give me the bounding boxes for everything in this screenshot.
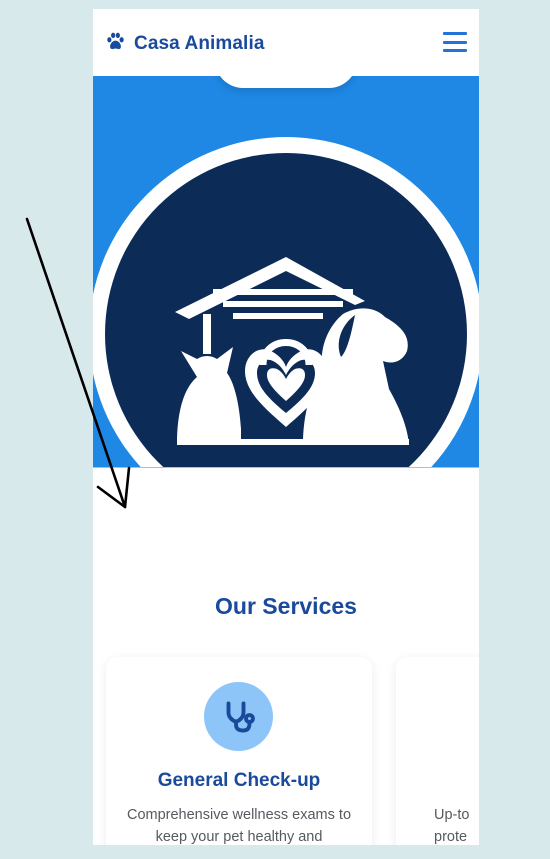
brand-title: Casa Animalia [134, 33, 265, 54]
card-description: Comprehensive wellness exams to keep you… [126, 807, 352, 845]
paw-icon [105, 31, 126, 57]
stethoscope-icon [204, 682, 273, 751]
card-description: Up-to prote [434, 807, 470, 845]
hero-divider [93, 467, 479, 528]
card-title: General Check-up [157, 770, 321, 791]
service-card-general-checkup[interactable]: General Check-up Comprehensive wellness … [106, 657, 372, 845]
services-heading: Our Services [215, 593, 357, 619]
brand[interactable]: Casa Animalia [105, 31, 265, 57]
top-navbar: Casa Animalia [93, 9, 479, 76]
phone-screen: Casa Animalia Our Services General Check… [93, 9, 479, 845]
hamburger-menu-icon[interactable] [443, 32, 467, 54]
service-card-vaccinations[interactable]: Up-to prote [396, 657, 479, 845]
hero-tab [215, 76, 357, 88]
